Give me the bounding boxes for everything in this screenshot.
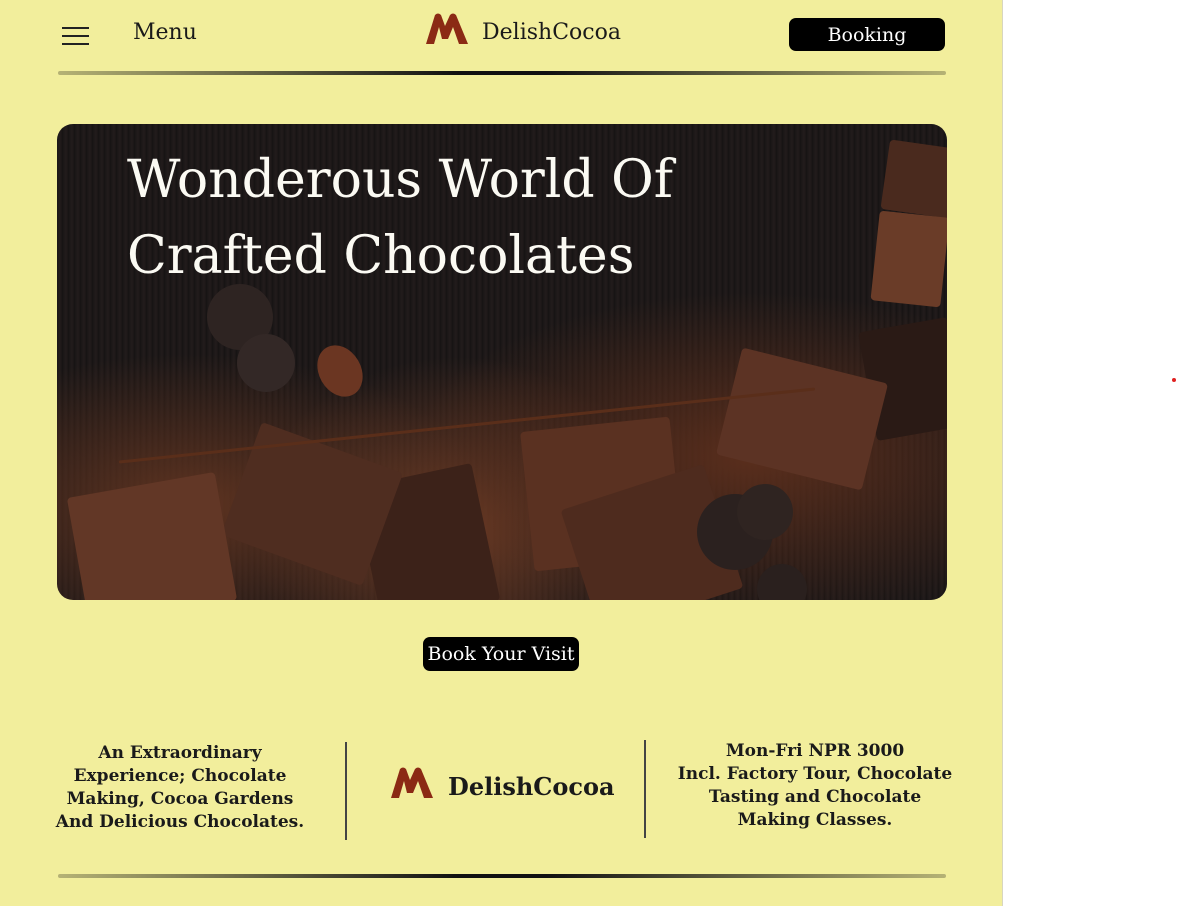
cursor-dot [1172,378,1176,382]
cocoa-logo-icon [426,13,468,44]
chocolate-piece [715,347,889,491]
hero-banner: Wonderous World Of Crafted Chocolates [57,124,947,600]
book-your-visit-button[interactable]: Book Your Visit [423,637,579,671]
chocolate-piece [66,471,238,600]
experience-description: An Extraordinary Experience; Chocolate M… [55,743,305,832]
chocolate-piece [870,210,947,308]
chocolate-coin [237,334,295,392]
divider-right [644,740,646,838]
chocolate-coin [757,564,807,600]
hamburger-menu-icon[interactable] [62,26,90,46]
hero-title: Wonderous World Of Crafted Chocolates [127,150,674,286]
chocolate-piece [880,139,947,219]
brand-name: DelishCocoa [448,772,615,801]
header-logo[interactable]: DelishCocoa [424,12,621,46]
chocolate-drizzle [118,387,816,464]
chocolate-coin [737,484,793,540]
footer-logo: DelishCocoa [388,764,615,801]
cocoa-logo-icon [391,767,433,798]
booking-button[interactable]: Booking [789,18,945,51]
brand-name: DelishCocoa [482,19,621,45]
header-divider [58,71,946,75]
cocoa-bean [308,337,372,405]
page-panel: Menu DelishCocoa Booking Wonderous World… [0,0,1003,906]
menu-label[interactable]: Menu [133,20,197,45]
pricing-details: Incl. Factory Tour, Chocolate Tasting an… [677,764,953,830]
pricing-info: Mon-Fri NPR 3000 Incl. Factory Tour, Cho… [675,740,955,832]
pricing-line: Mon-Fri NPR 3000 [725,741,905,761]
footer-divider [58,874,946,878]
divider-left [345,742,347,840]
